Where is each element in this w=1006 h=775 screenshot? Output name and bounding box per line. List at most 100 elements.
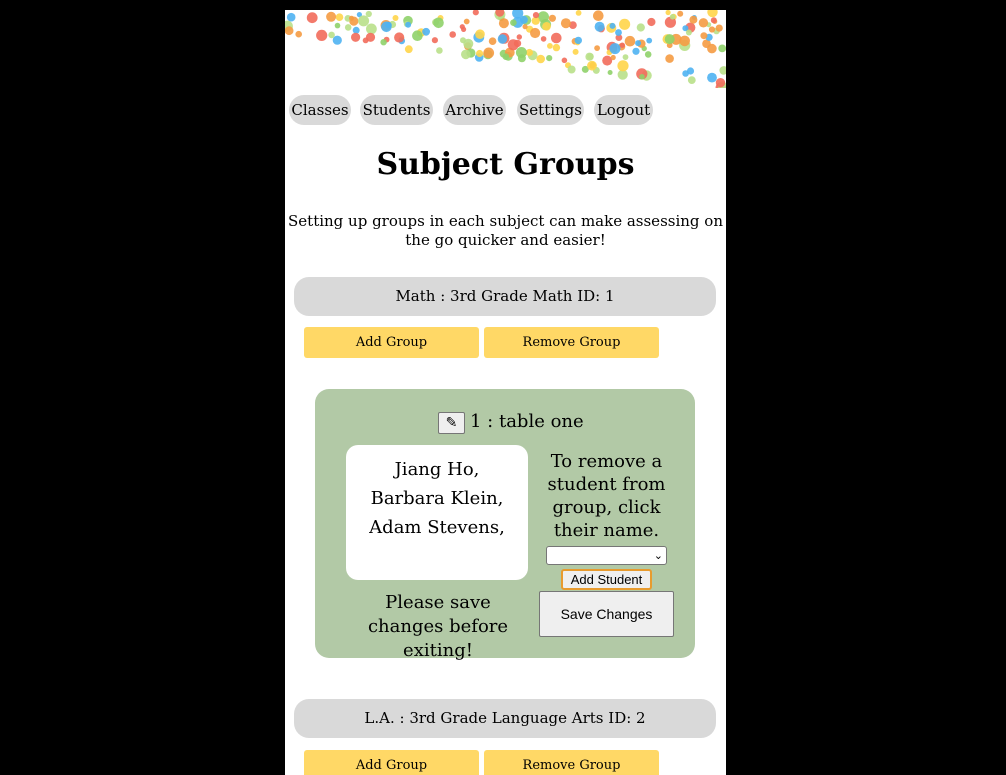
nav-logout[interactable]: Logout xyxy=(594,95,653,125)
confetti-dot xyxy=(472,10,479,16)
group-member[interactable]: Adam Stevens, xyxy=(346,516,528,540)
confetti-dot xyxy=(546,55,553,62)
confetti-dot xyxy=(587,60,597,71)
confetti-dot xyxy=(475,29,485,39)
confetti-dot xyxy=(498,18,509,29)
add-group-button[interactable]: Add Group xyxy=(304,327,479,358)
confetti-dot xyxy=(286,12,296,22)
group-member[interactable]: Jiang Ho, xyxy=(346,458,528,482)
nav-settings[interactable]: Settings xyxy=(517,95,584,125)
confetti-dot xyxy=(404,45,413,54)
pencil-icon: ✎ xyxy=(445,415,458,431)
confetti-dot xyxy=(639,74,645,80)
confetti-dot xyxy=(689,15,698,24)
confetti-dot xyxy=(622,54,629,60)
confetti-dot xyxy=(710,17,717,24)
confetti-dot xyxy=(607,70,613,75)
confetti-dot xyxy=(685,29,692,36)
confetti-dot xyxy=(366,23,377,35)
confetti-dot xyxy=(708,26,716,33)
confetti-dot xyxy=(635,40,642,47)
confetti-dot xyxy=(536,54,545,64)
confetti-dot xyxy=(510,19,517,26)
confetti-dot xyxy=(358,15,370,27)
confetti-dot xyxy=(532,12,540,19)
add-group-button[interactable]: Add Group xyxy=(304,750,479,775)
confetti-dot xyxy=(530,27,541,39)
confetti-dot xyxy=(483,47,495,59)
confetti-dot xyxy=(547,43,553,49)
confetti-dot xyxy=(686,67,695,75)
confetti-dot xyxy=(461,26,467,32)
group-card: ✎ 1 : table one Jiang Ho, Barbara Klein,… xyxy=(315,389,695,661)
confetti-dot xyxy=(707,72,717,83)
confetti-dot xyxy=(344,24,352,31)
confetti-dot xyxy=(610,54,616,61)
confetti-dot xyxy=(502,53,510,60)
confetti-dot xyxy=(349,15,354,21)
confetti-dot xyxy=(615,29,622,36)
confetti-dot xyxy=(609,22,616,29)
group-member[interactable]: Barbara Klein, xyxy=(346,487,528,511)
group-title: 1 : table one xyxy=(470,411,584,432)
confetti-dot xyxy=(351,32,361,42)
confetti-dot xyxy=(585,52,594,61)
confetti-dot xyxy=(335,13,344,21)
edit-group-button[interactable]: ✎ xyxy=(438,412,465,434)
confetti-dot xyxy=(715,24,723,32)
confetti-dot xyxy=(551,32,562,44)
confetti-dot xyxy=(665,10,671,16)
confetti-dot xyxy=(476,49,484,58)
confetti-dot xyxy=(431,37,438,44)
confetti-dot xyxy=(306,12,318,24)
page-title: Subject Groups xyxy=(376,147,635,182)
confetti-dot xyxy=(461,49,471,60)
confetti-dot xyxy=(517,54,526,63)
confetti-dot xyxy=(574,36,582,45)
confetti-dot xyxy=(700,32,708,40)
save-changes-button[interactable]: Save Changes xyxy=(539,591,674,637)
confetti-dot xyxy=(285,26,294,36)
confetti-dot xyxy=(332,35,342,45)
confetti-dot xyxy=(609,43,621,55)
confetti-dot xyxy=(567,65,576,74)
confetti-dot xyxy=(715,78,726,88)
confetti-dot xyxy=(679,35,690,47)
confetti-dot xyxy=(624,35,636,47)
confetti-dot xyxy=(575,10,582,16)
confetti-dot xyxy=(507,39,519,51)
confetti-dot xyxy=(619,42,625,48)
remove-group-button[interactable]: Remove Group xyxy=(484,750,659,775)
confetti-dot xyxy=(647,17,656,27)
nav-students[interactable]: Students xyxy=(360,95,433,125)
subject-header-la[interactable]: L.A. : 3rd Grade Language Arts ID: 2 xyxy=(294,699,716,738)
confetti-dot xyxy=(326,11,337,22)
confetti-dot xyxy=(380,39,387,46)
confetti-dot xyxy=(436,47,443,54)
confetti-dot xyxy=(619,18,631,30)
nav-archive[interactable]: Archive xyxy=(443,95,506,125)
nav-classes[interactable]: Classes xyxy=(289,95,351,125)
confetti-dot xyxy=(365,10,372,18)
confetti-dot xyxy=(449,31,456,38)
confetti-dot xyxy=(412,30,423,41)
add-student-button[interactable]: Add Student xyxy=(561,569,652,590)
remove-group-button[interactable]: Remove Group xyxy=(484,327,659,358)
confetti-dot xyxy=(405,21,412,28)
subject-header-math[interactable]: Math : 3rd Grade Math ID: 1 xyxy=(294,277,716,316)
confetti-dot xyxy=(463,18,470,25)
confetti-dot xyxy=(718,44,726,53)
confetti-dot xyxy=(644,51,652,58)
confetti-dot xyxy=(664,34,675,45)
confetti-dot xyxy=(365,32,376,42)
confetti-dot xyxy=(433,17,444,29)
confetti-dot xyxy=(719,66,726,75)
confetti-dot xyxy=(548,14,556,22)
student-select[interactable]: ⌄ xyxy=(546,546,667,565)
confetti-dot xyxy=(460,37,466,44)
confetti-dot xyxy=(687,76,696,84)
chevron-down-icon: ⌄ xyxy=(653,549,663,562)
confetti-dot xyxy=(316,29,328,41)
confetti-dot xyxy=(593,10,604,21)
confetti-dot xyxy=(646,37,653,44)
